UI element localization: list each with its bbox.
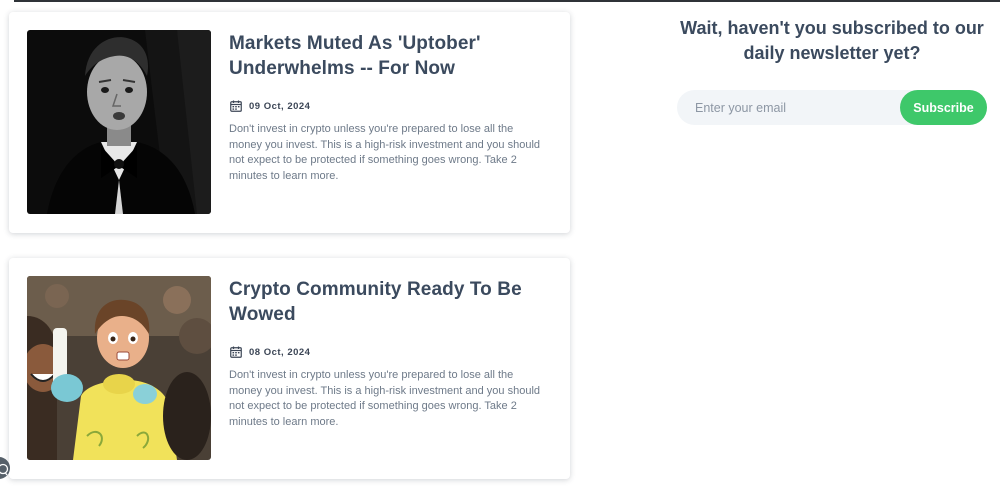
post-title-link[interactable]: Markets Muted As 'Uptober' Underwhelms -… — [229, 31, 529, 81]
post-date: 08 Oct, 2024 — [249, 346, 311, 358]
post-excerpt: Don't invest in crypto unless you're pre… — [229, 369, 541, 428]
man-in-tuxedo-photo — [27, 30, 211, 214]
top-divider — [14, 0, 1000, 2]
page: Markets Muted As 'Uptober' Underwhelms -… — [0, 0, 1000, 488]
post-title-link[interactable]: Crypto Community Ready To Be Wowed — [229, 277, 529, 327]
email-input[interactable] — [677, 90, 907, 125]
calendar-icon — [230, 346, 242, 358]
newsletter-form: Subscribe — [677, 90, 987, 125]
post-meta: 08 Oct, 2024 — [230, 346, 310, 358]
post-thumbnail[interactable] — [27, 30, 211, 214]
post-thumbnail[interactable] — [27, 276, 211, 460]
post-date: 09 Oct, 2024 — [249, 100, 311, 112]
post-card: Markets Muted As 'Uptober' Underwhelms -… — [9, 12, 570, 233]
calendar-icon — [230, 100, 242, 112]
post-excerpt: Don't invest in crypto unless you're pre… — [229, 123, 541, 182]
post-meta: 09 Oct, 2024 — [230, 100, 310, 112]
surprised-girl-photo — [27, 276, 211, 460]
post-card: Crypto Community Ready To Be Wowed 08 Oc… — [9, 258, 570, 479]
subscribe-button[interactable]: Subscribe — [900, 90, 987, 125]
newsletter-heading: Wait, haven't you subscribed to our dail… — [680, 18, 984, 63]
